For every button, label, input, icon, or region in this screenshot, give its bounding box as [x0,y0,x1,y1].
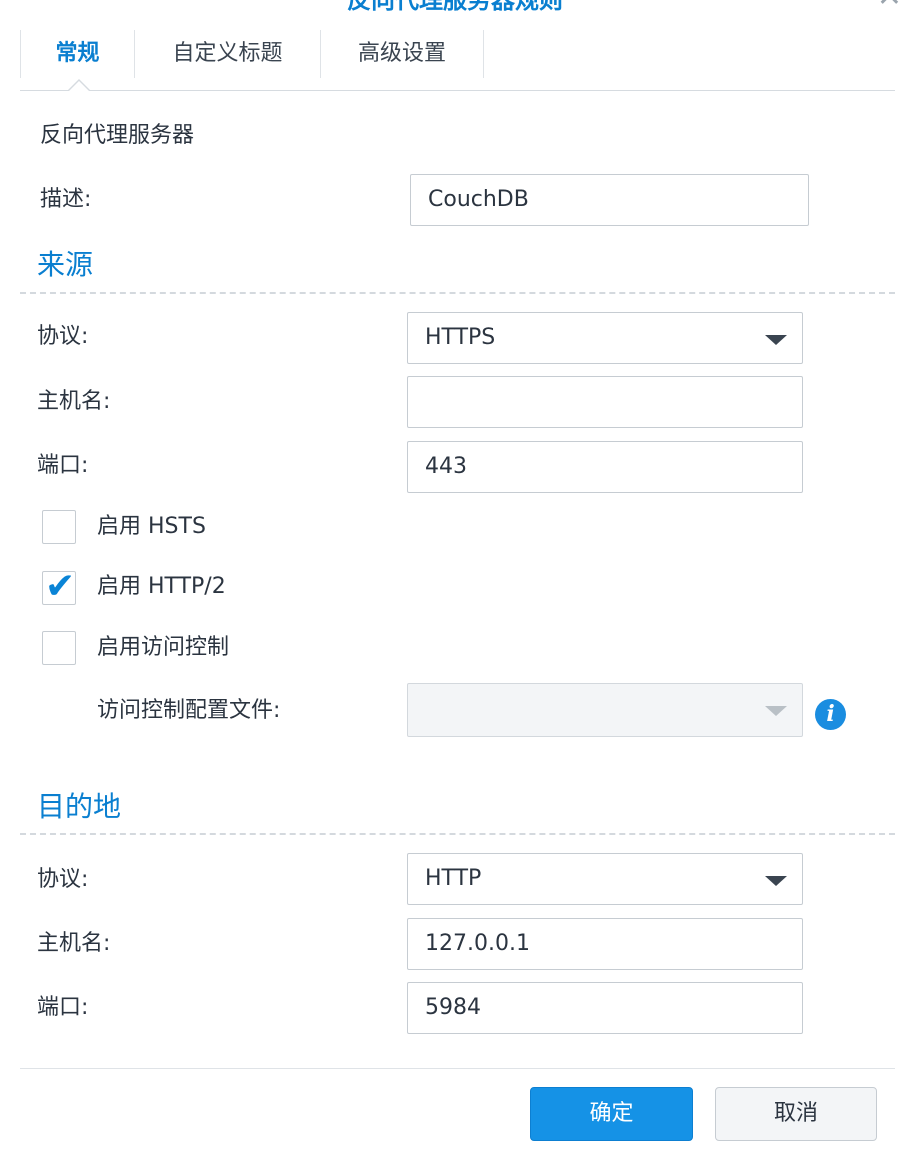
chevron-down-icon [765,335,787,345]
destination-protocol-value: HTTP [425,866,482,891]
source-hostname-input[interactable] [407,376,803,428]
dialog-title: 反向代理服务器规则 [347,0,563,14]
active-tab-indicator-fill [69,81,89,91]
close-icon[interactable]: ✕ [877,0,902,12]
access-profile-label: 访问控制配置文件: [97,698,281,723]
destination-port-input[interactable]: 5984 [407,982,803,1034]
destination-protocol-select[interactable]: HTTP [407,853,803,905]
source-port-input[interactable]: 443 [407,441,803,493]
access-control-checkbox[interactable] [42,631,76,665]
destination-heading: 目的地 [37,790,122,823]
checkmark-icon: ✔ [45,566,76,607]
http2-checkbox[interactable]: ✔ [42,566,76,607]
section-heading-reverse-proxy: 反向代理服务器 [40,123,195,148]
source-port-label: 端口: [37,453,89,478]
destination-hostname-label: 主机名: [37,931,111,956]
info-icon[interactable]: i [815,699,846,730]
description-label: 描述: [40,187,92,212]
chevron-down-icon [765,706,787,716]
tabs-underline [20,90,895,91]
source-heading: 来源 [37,248,94,281]
source-protocol-label: 协议: [37,324,89,349]
tab-general[interactable]: 常规 [21,30,134,78]
description-input[interactable]: CouchDB [410,174,809,226]
destination-protocol-label: 协议: [37,867,89,892]
chevron-down-icon [765,876,787,886]
source-divider [20,292,895,294]
hsts-checkbox[interactable] [42,510,76,544]
hsts-label: 启用 HSTS [97,514,206,539]
destination-hostname-input[interactable]: 127.0.0.1 [407,918,803,970]
source-protocol-value: HTTPS [425,325,496,350]
source-hostname-label: 主机名: [37,389,111,414]
access-control-label: 启用访问控制 [97,635,230,660]
destination-divider [20,833,895,835]
access-profile-select[interactable] [407,683,803,737]
cancel-button[interactable]: 取消 [715,1087,877,1141]
tab-divider [483,30,484,78]
source-protocol-select[interactable]: HTTPS [407,312,803,364]
footer-divider [20,1068,895,1069]
tab-advanced[interactable]: 高级设置 [321,30,483,78]
destination-port-label: 端口: [37,995,89,1020]
http2-label: 启用 HTTP/2 [97,574,226,599]
ok-button[interactable]: 确定 [530,1087,693,1141]
tab-custom-headers[interactable]: 自定义标题 [135,30,320,78]
